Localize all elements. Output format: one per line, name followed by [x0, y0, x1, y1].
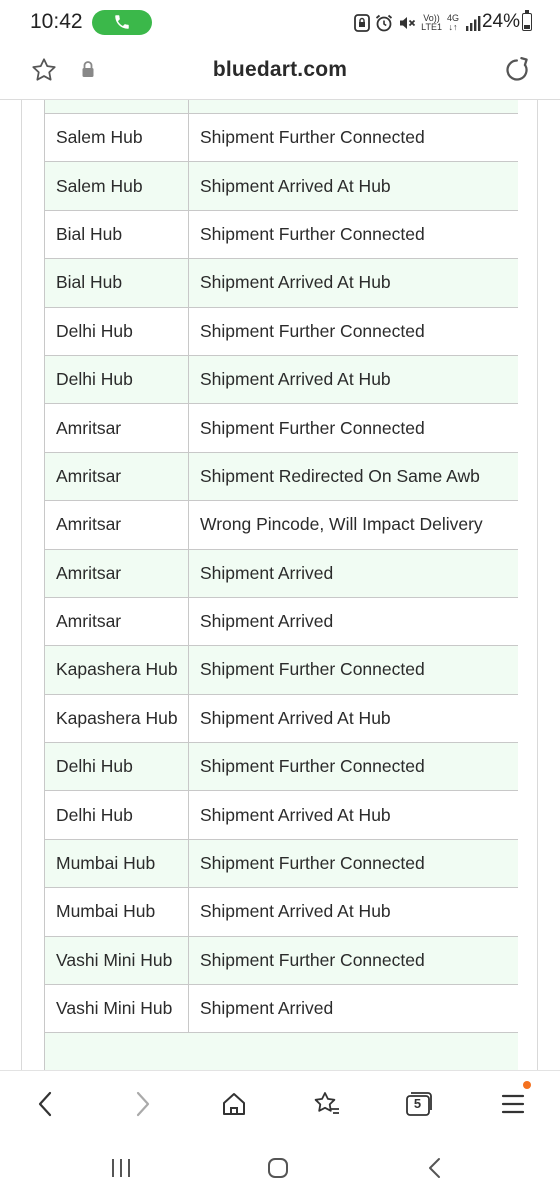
battery-percent: 24%	[481, 11, 520, 32]
location-cell: Salem Hub	[45, 114, 189, 162]
location-cell: Vashi Mini Hub	[45, 936, 189, 985]
tabs-button[interactable]: 5	[403, 1088, 435, 1120]
status-time: 10:42	[30, 10, 83, 33]
activity-cell: Shipment Arrived At Hub	[200, 707, 391, 728]
status-icons: Vo)) LTE1 4G ↓↑	[354, 10, 482, 36]
forward-button[interactable]	[126, 1088, 158, 1120]
table-row: Bial Hub Shipment Arrived At Hub	[44, 259, 518, 308]
page-border-left	[21, 100, 22, 1070]
activity-cell: Shipment Arrived At Hub	[200, 272, 391, 293]
battery-icon	[522, 10, 532, 31]
table-row: Vashi Mini Hub Shipment Further Connected	[44, 936, 518, 986]
table-row: Kapashera Hub Shipment Further Connected	[44, 646, 518, 695]
activity-cell: Shipment Further Connected	[200, 949, 425, 970]
page-content[interactable]: Salem Hub Shipment Further Connected Salem…	[0, 100, 560, 1070]
network-type: 4G ↓↑	[446, 13, 459, 32]
location-cell: Vashi Mini Hub	[45, 985, 189, 1033]
location-cell: Amritsar	[45, 549, 189, 597]
table-footer-area	[44, 1033, 518, 1070]
table-row-partial	[44, 100, 518, 114]
location-cell: Kapashera Hub	[45, 694, 189, 743]
table-row: Delhi Hub Shipment Further Connected	[44, 743, 518, 792]
home-nav-icon[interactable]	[266, 1156, 290, 1180]
back-button[interactable]	[30, 1088, 62, 1120]
back-nav-icon[interactable]	[424, 1156, 446, 1180]
address-bar: bluedart.com	[0, 44, 560, 100]
table-row: Amritsar Wrong Pincode, Will Impact Deliv…	[44, 501, 518, 550]
lock-notification-icon	[354, 14, 371, 32]
menu-button[interactable]	[497, 1081, 531, 1120]
table-row: Amritsar Shipment Arrived	[44, 597, 518, 647]
status-bar: 10:42 Vo)) LTE1 4G ↓↑ 24%	[0, 0, 560, 44]
activity-cell: Shipment Arrived At Hub	[200, 369, 391, 390]
location-cell: Amritsar	[45, 597, 189, 646]
activity-cell: Wrong Pincode, Will Impact Delivery	[200, 514, 483, 535]
location-cell: Delhi Hub	[45, 743, 189, 791]
table-row: Delhi Hub Shipment Arrived At Hub	[44, 355, 518, 405]
reload-icon[interactable]	[502, 55, 532, 85]
table-row: Vashi Mini Hub Shipment Arrived	[44, 985, 518, 1034]
bookmarks-icon	[314, 1092, 339, 1114]
location-cell: Bial Hub	[45, 210, 189, 259]
table-row: Salem Hub Shipment Further Connected	[44, 114, 518, 163]
tracking-table: Salem Hub Shipment Further Connected Salem…	[44, 100, 518, 1070]
table-row: Delhi Hub Shipment Arrived At Hub	[44, 791, 518, 840]
table-row: Salem Hub Shipment Arrived At Hub	[44, 162, 518, 211]
location-cell: Mumbai Hub	[45, 888, 189, 936]
notification-dot	[523, 1081, 531, 1089]
activity-cell: Shipment Further Connected	[200, 853, 425, 874]
location-cell: Bial Hub	[45, 259, 189, 307]
home-button[interactable]	[218, 1088, 250, 1120]
tab-count: 5	[413, 1096, 422, 1111]
system-navigation-bar	[0, 1136, 560, 1200]
table-row: Mumbai Hub Shipment Further Connected	[44, 839, 518, 889]
activity-cell: Shipment Arrived	[200, 562, 334, 583]
location-cell: Kapashera Hub	[45, 646, 189, 694]
activity-cell: Shipment Further Connected	[200, 320, 425, 341]
location-cell: Delhi Hub	[45, 791, 189, 839]
activity-cell: Shipment Arrived At Hub	[200, 175, 391, 196]
location-cell: Delhi Hub	[45, 307, 189, 355]
table-row: Delhi Hub Shipment Further Connected	[44, 307, 518, 356]
page-border-right	[537, 100, 538, 1070]
home-icon	[223, 1093, 245, 1115]
activity-cell: Shipment Further Connected	[200, 756, 425, 777]
call-icon	[115, 15, 129, 29]
table-row: Amritsar Shipment Redirected On Same Awb	[44, 452, 518, 502]
signal-icon	[466, 16, 481, 31]
table-row: Kapashera Hub Shipment Arrived At Hub	[44, 694, 518, 744]
browser-toolbar: 5	[0, 1070, 560, 1136]
activity-cell: Shipment Arrived	[200, 998, 334, 1019]
bookmarks-button[interactable]	[311, 1088, 343, 1120]
activity-cell: Shipment Further Connected	[200, 417, 425, 438]
location-cell: Salem Hub	[45, 162, 189, 210]
forward-icon	[136, 1091, 150, 1117]
active-call-pill[interactable]	[92, 10, 152, 35]
table-row: Bial Hub Shipment Further Connected	[44, 210, 518, 260]
menu-icon	[501, 1094, 525, 1114]
activity-cell: Shipment Arrived At Hub	[200, 901, 391, 922]
volte-icon: Vo)) LTE1	[421, 13, 442, 32]
location-cell: Amritsar	[45, 452, 189, 501]
activity-cell: Shipment Arrived	[200, 611, 334, 632]
location-cell: Mumbai Hub	[45, 839, 189, 888]
location-cell: Delhi Hub	[45, 355, 189, 404]
location-cell: Amritsar	[45, 501, 189, 549]
alarm-icon	[376, 14, 393, 32]
table-row: Mumbai Hub Shipment Arrived At Hub	[44, 888, 518, 937]
activity-cell: Shipment Further Connected	[200, 659, 425, 680]
back-icon	[38, 1091, 52, 1117]
url-text[interactable]: bluedart.com	[0, 58, 560, 82]
table-row: Amritsar Shipment Further Connected	[44, 404, 518, 453]
activity-cell: Shipment Arrived At Hub	[200, 804, 391, 825]
location-cell: Amritsar	[45, 404, 189, 452]
activity-cell: Shipment Redirected On Same Awb	[200, 465, 480, 486]
mute-icon	[400, 17, 416, 29]
activity-cell: Shipment Further Connected	[200, 127, 425, 148]
table-row: Amritsar Shipment Arrived	[44, 549, 518, 598]
activity-cell: Shipment Further Connected	[200, 223, 425, 244]
recents-icon[interactable]	[108, 1156, 134, 1180]
